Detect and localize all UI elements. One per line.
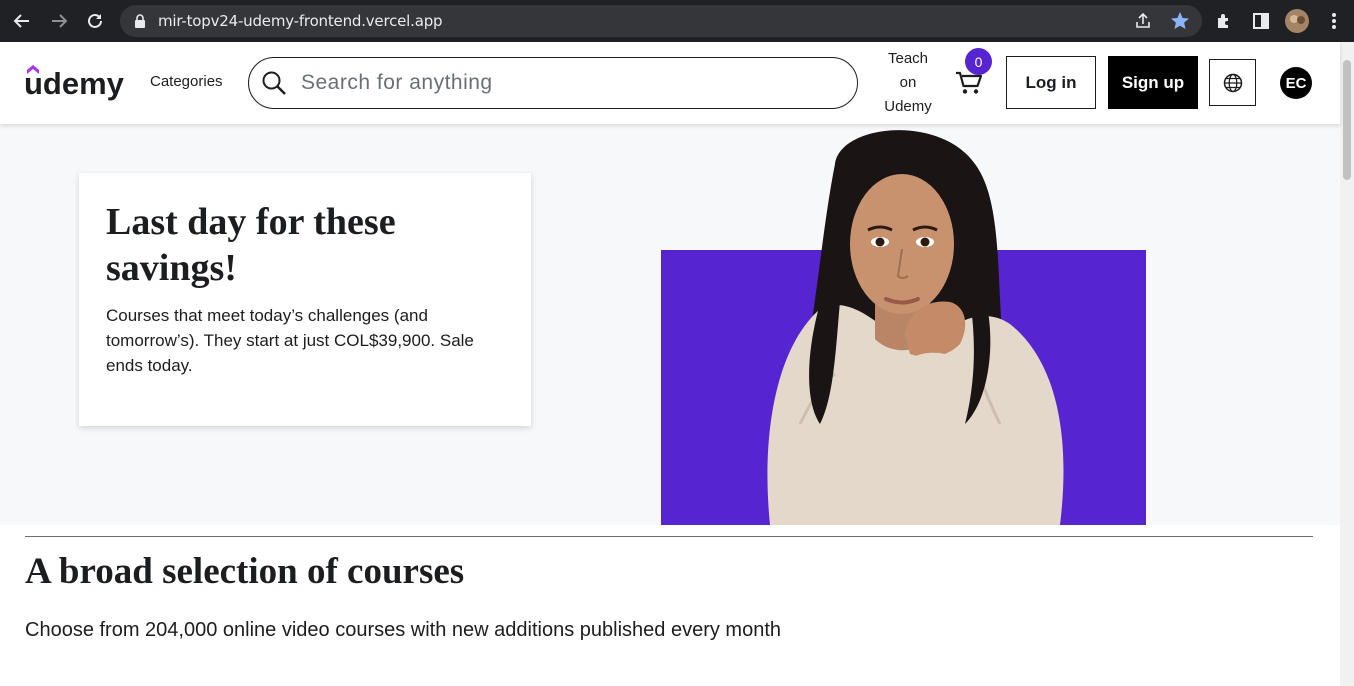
cart-count-badge: 0 — [965, 48, 992, 75]
user-avatar[interactable]: EC — [1280, 67, 1312, 99]
signup-button[interactable]: Sign up — [1108, 56, 1198, 109]
teach-label-line1: Teach — [887, 50, 929, 67]
search-icon[interactable] — [261, 70, 287, 96]
logo-text: udemy — [24, 66, 125, 101]
reload-icon — [88, 13, 102, 28]
bookmark-star-icon[interactable] — [1170, 11, 1190, 31]
teach-label-line3: Udemy — [884, 98, 932, 115]
section-divider — [25, 536, 1313, 537]
search-input[interactable] — [299, 68, 839, 98]
extensions-icon[interactable] — [1212, 9, 1236, 33]
teach-label-line2: on — [899, 74, 917, 91]
udemy-logo[interactable]: udemy — [24, 62, 128, 107]
url-text: mir-topv24-udemy-frontend.vercel.app — [158, 12, 443, 30]
lock-icon — [135, 14, 145, 28]
profile-avatar-icon[interactable] — [1285, 9, 1309, 33]
address-bar[interactable]: mir-topv24-udemy-frontend.vercel.app — [120, 5, 1202, 37]
language-button[interactable] — [1209, 59, 1256, 106]
forward-arrow-icon — [52, 14, 68, 28]
site-header: udemy Categories Teach on Udemy 0 Log in… — [0, 42, 1340, 124]
promo-title: Last day for these savings! — [106, 201, 396, 289]
side-panel-icon[interactable] — [1249, 9, 1273, 33]
back-button[interactable] — [9, 8, 35, 34]
back-arrow-icon — [13, 14, 29, 28]
forward-button[interactable] — [46, 8, 72, 34]
login-button[interactable]: Log in — [1006, 56, 1096, 109]
promo-text: Courses that meet today’s challenges (an… — [106, 306, 474, 375]
browser-toolbar: mir-topv24-udemy-frontend.vercel.app — [0, 0, 1354, 42]
categories-menu[interactable]: Categories — [150, 73, 223, 90]
section-title: A broad selection of courses — [25, 551, 465, 592]
promo-card: Last day for these savings! Courses that… — [79, 173, 531, 426]
share-icon[interactable] — [1134, 12, 1152, 30]
reload-button[interactable] — [82, 8, 108, 34]
chrome-menu-icon[interactable] — [1322, 9, 1346, 33]
search-bar[interactable] — [248, 57, 858, 109]
page-scrollbar[interactable] — [1340, 42, 1354, 686]
hero-person-image — [767, 130, 1064, 525]
hero-banner: Last day for these savings! Courses that… — [0, 124, 1340, 525]
teach-on-udemy-link[interactable]: Teach on Udemy — [872, 47, 944, 119]
globe-icon — [1223, 73, 1242, 92]
section-subtitle: Choose from 204,000 online video courses… — [25, 619, 782, 641]
scrollbar-thumb[interactable] — [1343, 60, 1351, 180]
